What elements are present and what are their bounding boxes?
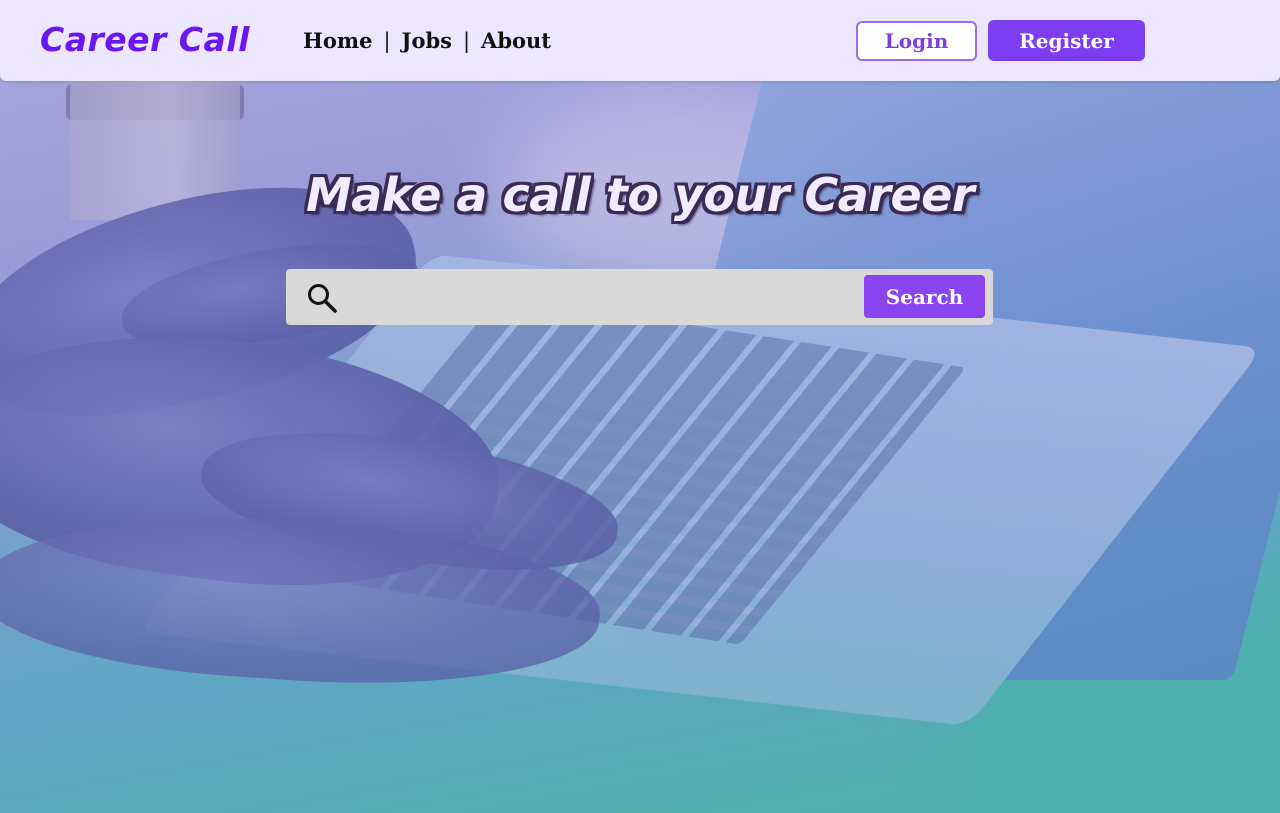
hero-background-image — [0, 0, 1280, 813]
job-search-bar: Search — [286, 269, 993, 325]
hero-headline: Make a call to your Career — [305, 168, 975, 222]
register-button[interactable]: Register — [988, 20, 1145, 61]
search-button[interactable]: Search — [864, 275, 985, 318]
search-input[interactable] — [352, 277, 852, 317]
nav-separator: | — [383, 28, 391, 53]
brand-logo[interactable]: Career Call — [40, 20, 250, 59]
search-icon — [305, 281, 339, 315]
nav-link-home[interactable]: Home — [303, 28, 372, 53]
nav-separator: | — [462, 28, 471, 53]
nav-link-about[interactable]: About — [481, 28, 551, 53]
nav-link-jobs[interactable]: Jobs — [402, 28, 452, 53]
main-nav: Home | Jobs | About — [303, 28, 551, 53]
login-button[interactable]: Login — [856, 21, 977, 61]
top-navbar: Career Call Home | Jobs | About Login Re… — [0, 0, 1280, 81]
